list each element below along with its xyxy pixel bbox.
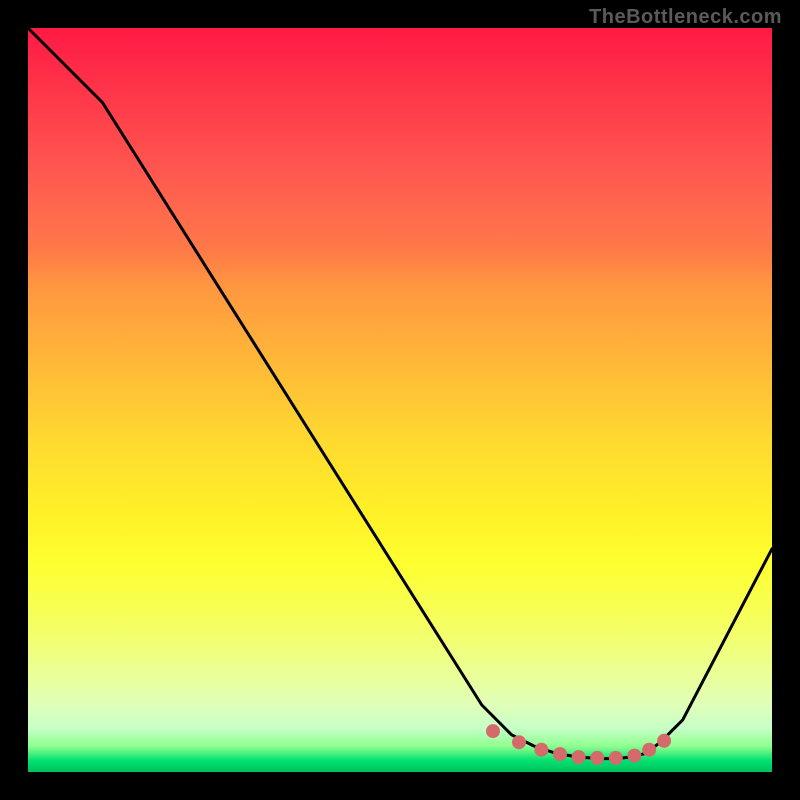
plot-area (28, 28, 772, 772)
chart-container: TheBottleneck.com (0, 0, 800, 800)
marker-dots (486, 724, 671, 765)
attribution-text: TheBottleneck.com (589, 6, 782, 29)
curve-line (28, 28, 772, 759)
chart-svg (28, 28, 772, 772)
